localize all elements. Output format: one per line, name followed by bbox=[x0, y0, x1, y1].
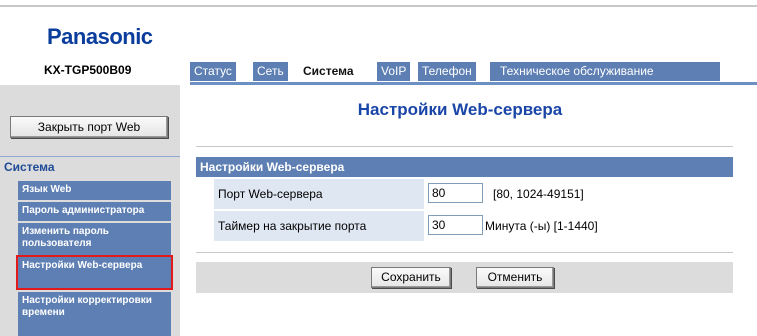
settings-form: Порт Web-сервера [80, 1024-49151] Таймер… bbox=[196, 178, 733, 244]
tab-phone[interactable]: Телефон bbox=[418, 62, 476, 81]
web-port-input[interactable] bbox=[428, 183, 483, 203]
tab-bar: Статус Сеть Система VoIP Телефон Техниче… bbox=[190, 62, 730, 82]
save-button[interactable]: Сохранить bbox=[371, 267, 451, 288]
web-port-label: Порт Web-сервера bbox=[218, 187, 323, 201]
tab-underline bbox=[190, 82, 757, 85]
title-divider bbox=[196, 146, 733, 147]
web-port-value-cell: [80, 1024-49151] bbox=[424, 179, 733, 209]
sidebar-item-user-password[interactable]: Изменить пароль пользователя bbox=[18, 223, 171, 255]
port-close-timer-hint: Минута (-ы) [1-1440] bbox=[485, 219, 598, 233]
port-close-timer-row: Таймер на закрытие порта Минута (-ы) [1-… bbox=[214, 211, 733, 241]
port-close-timer-input[interactable] bbox=[428, 215, 483, 235]
web-port-row: Порт Web-сервера [80, 1024-49151] bbox=[214, 179, 733, 209]
button-bar: Сохранить Отменить bbox=[196, 262, 733, 293]
tab-maintenance[interactable]: Техническое обслуживание bbox=[490, 62, 720, 81]
panasonic-logo: Panasonic bbox=[47, 24, 153, 49]
model-name: KX-TGP500B09 bbox=[44, 63, 132, 77]
close-web-port-button[interactable]: Закрыть порт Web bbox=[10, 116, 168, 138]
bottom-divider bbox=[196, 252, 733, 253]
port-close-timer-label: Таймер на закрытие порта bbox=[218, 219, 367, 233]
tab-system[interactable]: Система bbox=[299, 62, 358, 81]
sidebar-item-time-adjust-settings[interactable]: Настройки корректировки времени bbox=[18, 292, 171, 336]
tab-voip[interactable]: VoIP bbox=[377, 62, 411, 81]
sidebar-item-web-language[interactable]: Язык Web bbox=[18, 181, 171, 200]
web-port-range-hint: [80, 1024-49151] bbox=[493, 187, 584, 201]
sidebar-section-title: Система bbox=[0, 156, 180, 176]
cancel-button[interactable]: Отменить bbox=[476, 267, 554, 288]
tab-network[interactable]: Сеть bbox=[253, 62, 288, 81]
port-close-timer-value-cell: Минута (-ы) [1-1440] bbox=[424, 211, 733, 241]
top-divider bbox=[0, 5, 757, 7]
section-header: Настройки Web-сервера bbox=[196, 157, 733, 177]
sidebar-item-admin-password[interactable]: Пароль администратора bbox=[18, 202, 171, 221]
sidebar-item-web-server-settings[interactable]: Настройки Web-сервера bbox=[16, 255, 173, 290]
page-title: Настройки Web-сервера bbox=[357, 100, 563, 119]
tab-status[interactable]: Статус bbox=[190, 62, 236, 81]
